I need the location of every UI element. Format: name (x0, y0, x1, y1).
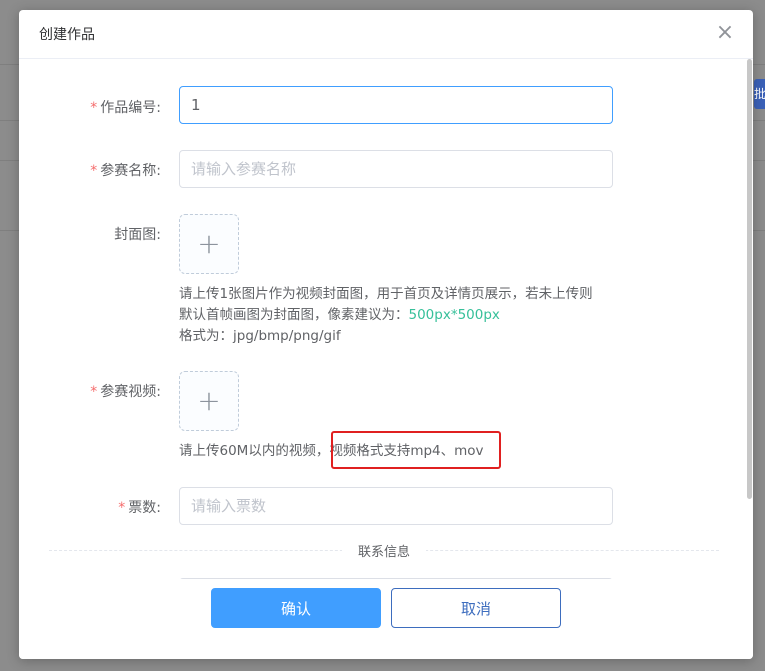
votes-label-text: 票数: (128, 500, 161, 516)
cover-hint-line2: 默认首帧画图为封面图，像素建议为：500px*500px (179, 305, 593, 326)
cover-hint-line3: 格式为：jpg/bmp/png/gif (179, 328, 341, 344)
plus-icon: + (197, 227, 221, 260)
votes-label: * 票数: (19, 497, 161, 517)
cover-label: 封面图: (114, 227, 161, 243)
cover-upload-button[interactable]: + (179, 214, 239, 274)
scrollbar-thumb[interactable] (747, 59, 752, 499)
cover-size-recommendation: 500px*500px (408, 307, 500, 323)
work-number-input[interactable] (179, 86, 613, 124)
video-upload-button[interactable]: + (179, 371, 239, 431)
cancel-button[interactable]: 取消 (391, 588, 561, 628)
annotation-highlight-box (331, 431, 501, 469)
scrollbar[interactable] (746, 59, 753, 499)
plus-icon: + (197, 384, 221, 417)
confirm-button[interactable]: 确认 (211, 588, 381, 628)
dialog-footer: 确认 取消 (19, 579, 753, 659)
required-mark: * (118, 500, 126, 516)
cover-hint-line1: 请上传1张图片作为视频封面图，用于首页及详情页展示，若未上传则 (179, 286, 593, 302)
create-work-dialog: 创建作品 × *作品编号: *参赛名称: 封面图: + 请上传1张图片作为视频封… (19, 10, 753, 659)
votes-input[interactable] (179, 487, 613, 525)
cover-hint-line2-text: 默认首帧画图为封面图，像素建议为： (179, 307, 409, 323)
work-number-label-text: 作品编号: (100, 100, 161, 116)
video-hint-prefix: 请上传60M以内的视频， (179, 443, 330, 459)
entry-name-input[interactable] (179, 150, 613, 188)
video-label: * 参赛视频: (19, 381, 161, 401)
required-mark: * (90, 100, 98, 116)
video-label-text: 参赛视频: (100, 384, 161, 400)
dialog-body[interactable]: *作品编号: *参赛名称: 封面图: + 请上传1张图片作为视频封面图，用于首页… (19, 59, 753, 589)
entry-name-label-text: 参赛名称: (100, 163, 161, 179)
work-number-label: * 作品编号: (19, 97, 161, 117)
dialog-header: 创建作品 × (19, 10, 753, 59)
contact-info-divider: 联系信息 (49, 541, 719, 560)
required-mark: * (90, 384, 98, 400)
entry-name-label: * 参赛名称: (19, 160, 161, 180)
contact-info-title: 联系信息 (341, 541, 427, 560)
dialog-title: 创建作品 (39, 27, 95, 43)
close-icon[interactable]: × (715, 22, 735, 44)
cover-hint: 请上传1张图片作为视频封面图，用于首页及详情页展示，若未上传则 默认首帧画图为封… (179, 284, 593, 347)
required-mark: * (90, 163, 98, 179)
background-side-tab: 批 (754, 79, 765, 109)
